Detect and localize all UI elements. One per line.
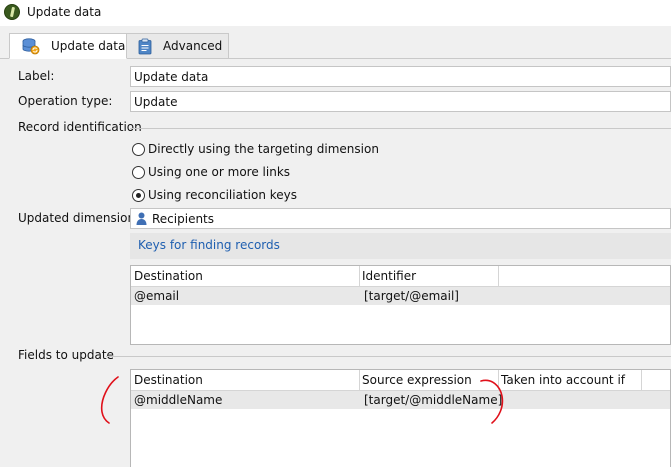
annotation-overlay [100,376,504,424]
annotation-left-bracket [100,376,119,424]
annotation-right-bracket [480,379,504,424]
